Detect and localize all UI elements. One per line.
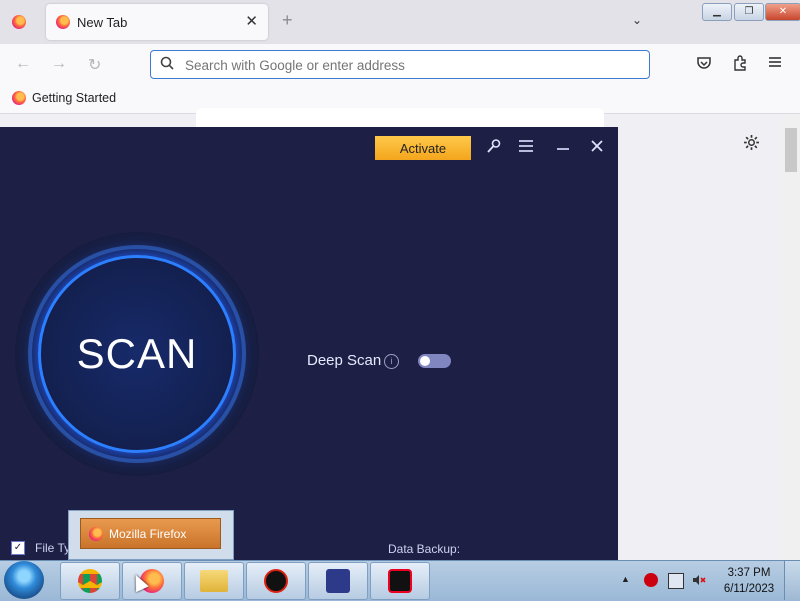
taskbar-chrome[interactable] xyxy=(60,562,120,600)
close-window-button[interactable]: ✕ xyxy=(765,3,800,21)
key-icon[interactable] xyxy=(486,138,502,159)
menu-icon[interactable] xyxy=(518,138,534,159)
activate-button[interactable]: Activate xyxy=(375,136,471,160)
scrollbar-thumb[interactable] xyxy=(785,128,797,172)
firefox-icon xyxy=(89,526,103,541)
antivirus-tray-icon[interactable] xyxy=(644,573,658,587)
info-icon[interactable]: i xyxy=(384,354,399,369)
bookmark-label: Getting Started xyxy=(32,91,117,105)
recorder-icon xyxy=(388,569,412,593)
volume-muted-icon[interactable] xyxy=(692,573,706,587)
data-backup-label: Data Backup: xyxy=(388,542,461,556)
clock-date: 6/11/2023 xyxy=(723,583,775,595)
menu-icon[interactable] xyxy=(768,55,782,73)
chevron-down-icon[interactable]: ⌄ xyxy=(632,13,642,27)
taskbar-screen-recorder[interactable] xyxy=(370,562,430,600)
close-tab-icon[interactable]: ✕ xyxy=(245,12,258,30)
antivirus-icon xyxy=(264,569,288,593)
chrome-icon xyxy=(78,569,102,593)
backup-app-icon xyxy=(326,569,350,593)
network-icon[interactable] xyxy=(668,573,684,589)
toggle-knob xyxy=(420,356,430,366)
back-icon[interactable]: ← xyxy=(15,55,31,73)
file-types-checkbox[interactable]: ✓ xyxy=(11,541,25,555)
thumbnail-firefox-window[interactable]: Mozilla Firefox xyxy=(80,518,221,549)
firefox-icon xyxy=(12,91,26,105)
address-bar[interactable] xyxy=(150,50,650,79)
search-input[interactable] xyxy=(183,54,627,76)
new-tab-button[interactable]: + xyxy=(282,10,293,31)
thumbnail-label: Mozilla Firefox xyxy=(109,526,187,541)
deep-scan-toggle[interactable] xyxy=(418,354,451,368)
bookmark-getting-started[interactable]: Getting Started xyxy=(12,91,116,105)
file-types-label: File Ty xyxy=(35,541,71,555)
firefox-tab-icon xyxy=(56,15,70,29)
taskbar-file-explorer[interactable] xyxy=(184,562,244,600)
start-button[interactable] xyxy=(4,561,44,599)
firefox-icon xyxy=(12,15,26,29)
show-desktop-button[interactable] xyxy=(784,561,800,600)
maximize-window-button[interactable]: ❐ xyxy=(734,3,764,21)
deep-scan-label: Deep Scan xyxy=(307,352,382,369)
search-icon xyxy=(160,56,174,73)
extensions-icon[interactable] xyxy=(732,55,748,75)
taskbar-antivirus[interactable] xyxy=(246,562,306,600)
page-scrollbar[interactable] xyxy=(782,114,800,560)
minimize-window-button[interactable]: ▁ xyxy=(702,3,732,21)
minimize-icon[interactable] xyxy=(555,138,571,159)
reload-icon[interactable]: ↻ xyxy=(88,55,101,75)
gear-icon[interactable] xyxy=(743,134,760,156)
tray-expand-icon[interactable]: ▲ xyxy=(621,574,630,584)
clock-time: 3:37 PM xyxy=(727,567,771,579)
taskbar-backup-app[interactable] xyxy=(308,562,368,600)
system-clock[interactable]: 3:37 PM 6/11/2023 xyxy=(718,565,780,597)
tab-new-tab[interactable]: New Tab ✕ xyxy=(46,4,268,40)
tab-title: New Tab xyxy=(77,15,128,30)
close-icon[interactable] xyxy=(590,138,604,158)
folder-icon xyxy=(200,570,228,592)
pocket-icon[interactable] xyxy=(696,55,712,75)
forward-icon[interactable]: → xyxy=(51,55,67,73)
scan-button[interactable]: SCAN xyxy=(38,255,236,453)
